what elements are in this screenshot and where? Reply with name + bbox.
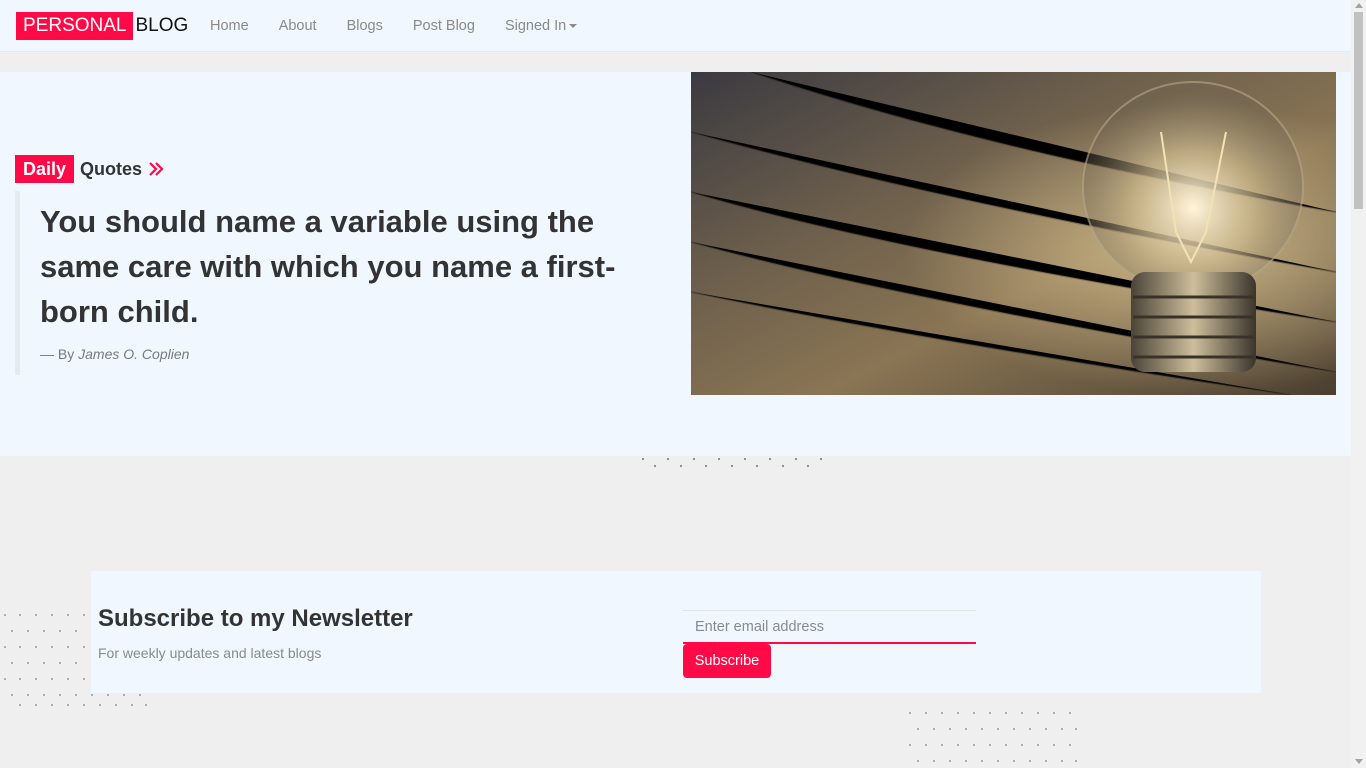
nav-link-home[interactable]: Home bbox=[195, 18, 264, 34]
quote-author-prefix: — By bbox=[40, 346, 75, 362]
dot-pattern-bottom bbox=[909, 712, 1077, 762]
dot-pattern-top bbox=[641, 457, 823, 468]
quote-blockquote: You should name a variable using the sam… bbox=[15, 191, 655, 375]
brand-logo-dark: BLOG bbox=[135, 15, 189, 36]
quotes-label: Quotes bbox=[80, 158, 143, 179]
nav-link-post-blog[interactable]: Post Blog bbox=[398, 18, 490, 34]
navbar: PERSONAL BLOG Home About Blogs Post Blog… bbox=[0, 0, 1351, 52]
double-chevron-right-icon bbox=[149, 162, 164, 176]
nav-link-about[interactable]: About bbox=[264, 18, 332, 34]
brand-logo-red: PERSONAL bbox=[16, 12, 134, 40]
brand-logo[interactable]: PERSONAL BLOG bbox=[16, 12, 188, 40]
quote-author-name: James O. Coplien bbox=[78, 346, 190, 362]
scroll-up-arrow-icon[interactable] bbox=[1355, 3, 1363, 8]
quote-text: You should name a variable using the sam… bbox=[40, 204, 616, 329]
lightbulb-image bbox=[691, 72, 1336, 395]
newsletter-subtitle: For weekly updates and latest blogs bbox=[98, 645, 322, 661]
user-menu-label: Signed In bbox=[504, 18, 567, 34]
nav-link-blogs[interactable]: Blogs bbox=[332, 18, 398, 34]
subscribe-button[interactable]: Subscribe bbox=[683, 644, 771, 678]
quote-author: — By James O. Coplien bbox=[40, 346, 655, 362]
newsletter-title: Subscribe to my Newsletter bbox=[98, 605, 413, 632]
scrollbar-thumb[interactable] bbox=[1354, 12, 1363, 209]
email-input[interactable] bbox=[683, 610, 976, 644]
caret-down-icon bbox=[569, 24, 578, 29]
user-menu-dropdown[interactable]: Signed In bbox=[490, 18, 592, 34]
daily-quotes-heading: Daily Quotes bbox=[15, 155, 164, 183]
scroll-down-arrow-icon[interactable] bbox=[1355, 759, 1363, 764]
daily-badge: Daily bbox=[15, 155, 75, 183]
page-scrollbar[interactable] bbox=[1351, 0, 1366, 768]
newsletter-section: Subscribe to my Newsletter For weekly up… bbox=[91, 571, 1261, 693]
nav-links: Home About Blogs Post Blog Signed In bbox=[195, 0, 592, 52]
hero-section: Daily Quotes You should name a variable … bbox=[0, 72, 1351, 456]
